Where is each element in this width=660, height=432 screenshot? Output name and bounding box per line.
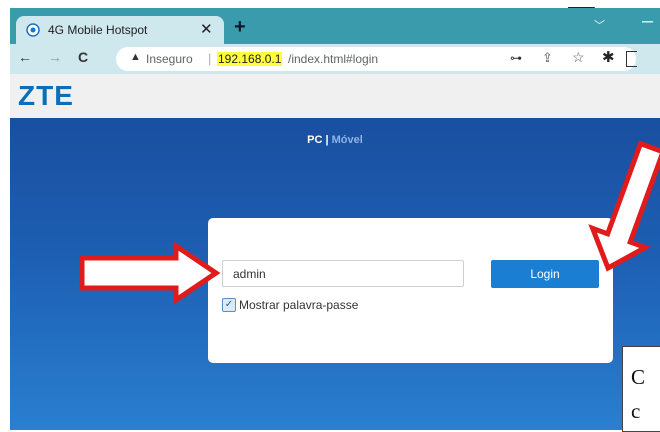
arrow-to-field <box>79 241 221 305</box>
caption-box: C c <box>622 346 660 432</box>
caption-line-2: c <box>631 399 641 423</box>
arrow-to-login <box>588 140 660 272</box>
caption-line-1: C <box>631 365 646 389</box>
annotation-arrows <box>79 140 660 305</box>
